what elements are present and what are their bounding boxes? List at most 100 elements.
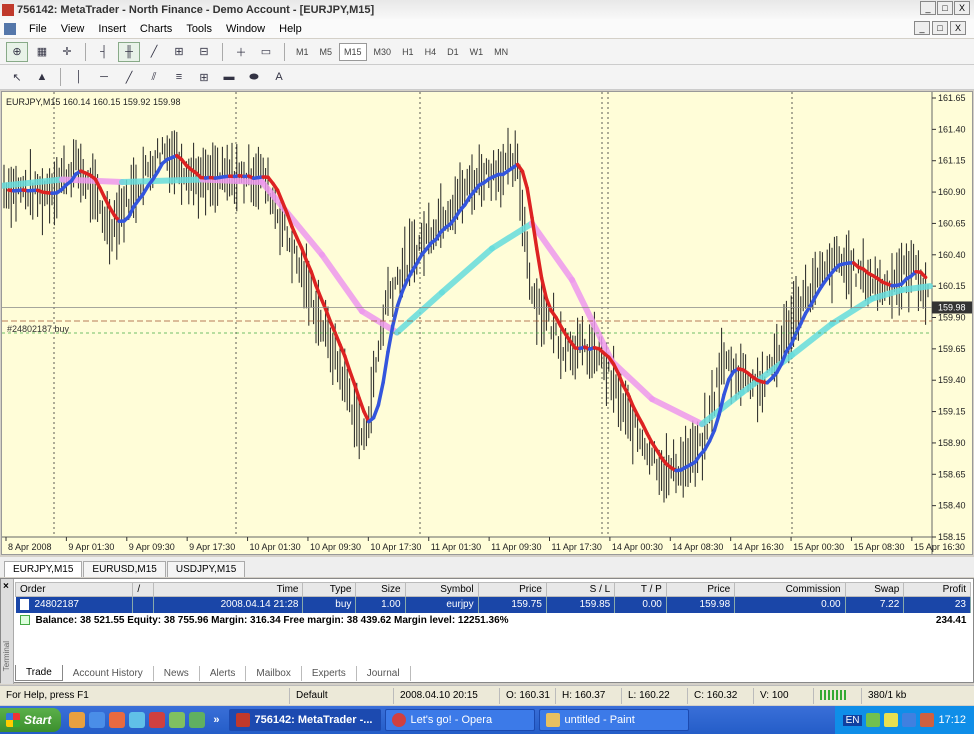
zoom-out-icon[interactable]: ⊟ [193,42,215,62]
task-paint[interactable]: untitled - Paint [539,709,690,731]
volume-icon[interactable] [920,713,935,727]
cell-symbol: eurjpy [405,596,479,613]
period-m30[interactable]: M30 [370,44,396,60]
fibonacci-icon[interactable]: ≡ [168,67,190,87]
tab-account-history[interactable]: Account History [63,666,154,681]
child-close-button[interactable]: X [950,21,966,35]
clock: 17:12 [938,714,966,726]
candlestick-icon[interactable]: ╫ [118,41,140,62]
restore-button[interactable]: □ [937,1,953,15]
bar-chart-icon[interactable]: ┤ [93,42,115,62]
col-order[interactable]: Order [14,582,134,597]
col-tp[interactable]: T / P [614,582,667,597]
menu-file[interactable]: File [22,23,54,35]
gann-icon[interactable]: ⊞ [193,67,215,87]
task-opera[interactable]: Let's go! - Opera [385,709,536,731]
start-button[interactable]: Start [0,708,62,732]
windows-logo-icon [6,713,20,727]
col-size[interactable]: Size [355,582,406,597]
metatrader-icon [2,3,14,16]
chart-tab-usdjpy[interactable]: USDJPY,M15 [166,561,246,577]
language-indicator[interactable]: EN [842,714,863,726]
chart-tab-eurusd[interactable]: EURUSD,M15 [83,561,166,577]
period-m1[interactable]: M1 [292,44,313,60]
chart-tab-eurjpy[interactable]: EURJPY,M15 [4,561,83,577]
tab-news[interactable]: News [154,666,200,681]
col-price[interactable]: Price [477,582,547,597]
minimize-button[interactable]: _ [920,1,936,15]
col-profit[interactable]: Profit [903,582,971,597]
tab-trade[interactable]: Trade [15,665,63,681]
cell-current-price: 159.98 [666,596,736,613]
period-m5[interactable]: M5 [316,44,337,60]
col-type[interactable]: Type [302,582,357,597]
zoom-in-icon[interactable]: ⊞ [168,42,190,62]
close-button[interactable]: X [954,1,970,15]
rectangle-icon[interactable]: ▬ [218,67,240,87]
period-mn[interactable]: MN [490,44,512,60]
col-symbol[interactable]: Symbol [404,582,479,597]
channel-icon[interactable]: ⫽ [143,67,165,87]
task-metatrader[interactable]: 756142: MetaTrader -... [229,709,382,731]
messenger-icon[interactable] [129,712,146,728]
menu-charts[interactable]: Charts [133,23,179,35]
vertical-line-icon[interactable]: │ [68,67,90,87]
new-chart-icon[interactable]: ⊕ [6,41,28,62]
bluetooth-icon[interactable] [902,713,917,727]
quicklaunch-more-icon[interactable]: » [213,714,219,726]
time-tick-label: 14 Apr 00:30 [612,542,663,552]
menu-tools[interactable]: Tools [179,23,219,35]
period-d1[interactable]: D1 [443,44,463,60]
period-w1[interactable]: W1 [466,44,488,60]
opera-icon[interactable] [149,712,166,728]
col-time[interactable]: Time [152,582,304,597]
ellipse-icon[interactable]: ⬬ [243,67,265,87]
templates-icon[interactable]: ▭ [255,42,277,62]
tab-experts[interactable]: Experts [302,666,357,681]
text-tool-icon[interactable]: A [268,67,290,87]
terminal-sidebar: × Terminal [1,579,14,684]
col-sl[interactable]: S / L [545,582,616,597]
crosshair-icon[interactable]: ✛ [56,42,78,62]
period-m15[interactable]: M15 [339,42,367,61]
cursor-icon[interactable]: ↖ [6,67,28,87]
menu-view[interactable]: View [54,23,92,35]
menu-window[interactable]: Window [219,23,272,35]
security-icon[interactable] [884,713,899,727]
trendline-icon[interactable]: ╱ [118,67,140,87]
status-help: For Help, press F1 [0,687,290,704]
tab-journal[interactable]: Journal [357,666,411,681]
terminal-close-icon[interactable]: × [3,581,9,592]
firefox-icon[interactable] [109,712,126,728]
tab-mailbox[interactable]: Mailbox [246,666,302,681]
price-tick-label: 159.40 [938,375,966,385]
col-swap[interactable]: Swap [844,582,905,597]
fast-moving-average [530,215,539,251]
network-icon[interactable] [866,713,881,727]
browser-icon[interactable] [89,712,106,728]
price-chart[interactable]: 161.65 161.40 161.15 160.90 160.65 160.40 160.… [1,91,973,555]
col-commission[interactable]: Commission [734,582,846,597]
line-chart-icon[interactable]: ╱ [143,42,165,62]
chart-window-icon[interactable] [4,22,16,35]
chart-canvas[interactable]: 161.65 161.40 161.15 160.90 160.65 160.40 160.… [2,92,972,554]
paint-task-icon [546,713,561,727]
arrow-up-icon[interactable]: ▲ [31,67,53,87]
child-restore-button[interactable]: □ [932,21,948,35]
profiles-icon[interactable]: ▦ [31,42,53,62]
media-icon[interactable] [69,712,86,728]
period-h1[interactable]: H1 [398,44,418,60]
indicators-icon[interactable]: ＋ [230,42,252,62]
tab-alerts[interactable]: Alerts [200,666,247,681]
child-minimize-button[interactable]: _ [914,21,930,35]
people-icon[interactable] [189,712,206,728]
app-icon[interactable] [169,712,186,728]
menu-help[interactable]: Help [272,23,309,35]
col-sort[interactable]: / [132,582,154,597]
menu-insert[interactable]: Insert [91,23,133,35]
table-row[interactable]: 24802187 2008.04.14 21:28 buy 1.00 eurjp… [15,596,971,613]
slow-moving-average [319,251,365,315]
col-current-price[interactable]: Price [665,582,736,597]
period-h4[interactable]: H4 [421,44,441,60]
horizontal-line-icon[interactable]: ─ [93,67,115,87]
